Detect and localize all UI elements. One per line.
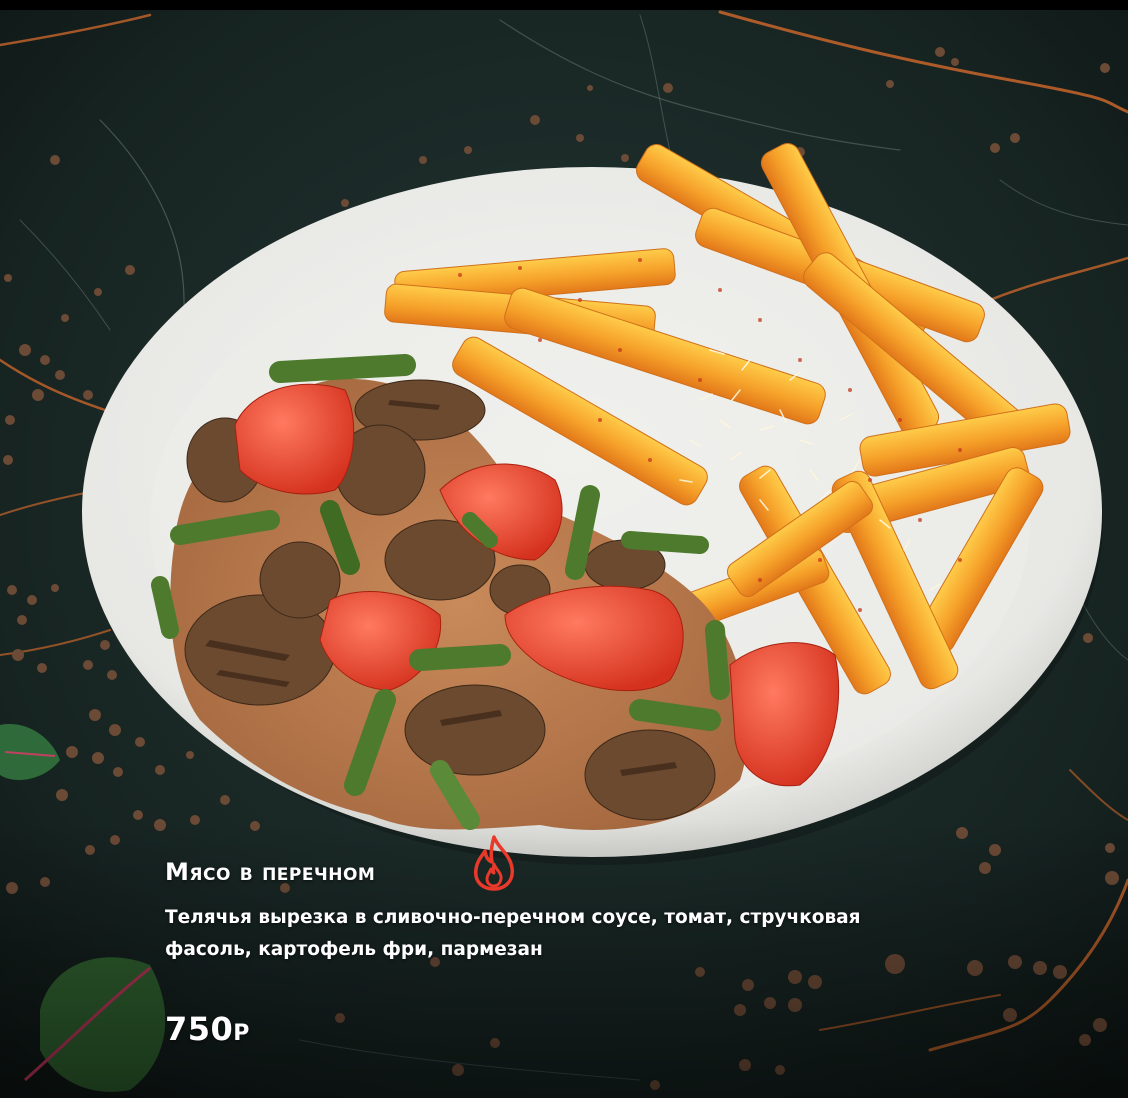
price-currency: Р (233, 1021, 250, 1046)
menu-card: Мясо в перечном Телячья вырезка в сливоч… (0, 0, 1128, 1098)
dish-description: Телячья вырезка в сливочно-перечном соус… (165, 907, 861, 960)
flame-icon (474, 835, 514, 891)
price-value: 750 (165, 1010, 234, 1048)
dish-price: 750Р (165, 1010, 250, 1048)
dish-title: Мясо в перечном (165, 858, 376, 886)
